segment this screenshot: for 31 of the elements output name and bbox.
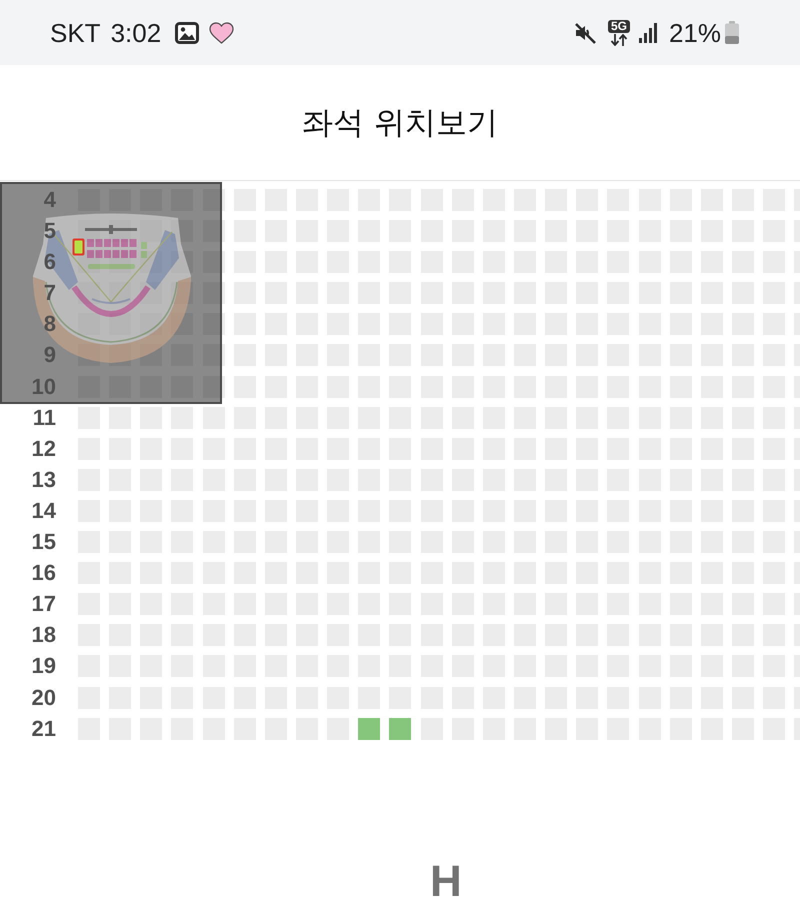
row-number: 11 [32, 406, 56, 429]
row-number: 8 [42, 313, 56, 336]
seat-location-marker-icon [72, 238, 84, 256]
row-number: 5 [42, 220, 56, 242]
row-number: 16 [30, 562, 56, 584]
heart-icon [209, 22, 234, 44]
row-number: 21 [30, 718, 56, 740]
mute-icon [572, 20, 597, 44]
row-number: 17 [30, 593, 56, 616]
clock-time: 3:02 [110, 18, 162, 48]
row-number: 20 [30, 686, 56, 708]
row-number: 14 [30, 500, 56, 522]
carrier-name: SKT [50, 18, 101, 48]
section-letter: H [430, 865, 462, 899]
row-number: 12 [30, 438, 56, 460]
row-number: 18 [30, 624, 56, 646]
row-number: 15 [30, 531, 56, 554]
row-number: 19 [30, 655, 56, 678]
row-number: 4 [42, 189, 56, 211]
row-number: 6 [42, 251, 56, 274]
page-title: 좌석 위치보기 [302, 104, 498, 142]
row-number: 9 [42, 344, 56, 366]
data-arrows-icon [610, 34, 628, 46]
battery-percent: 21% [668, 18, 721, 48]
row-number: 7 [42, 282, 56, 304]
signal-icon [638, 22, 658, 42]
row-number: 10 [30, 376, 56, 398]
image-icon [175, 22, 200, 44]
battery-icon [724, 21, 740, 44]
network-type-badge: 5G [608, 20, 630, 32]
row-number: 13 [30, 468, 56, 491]
